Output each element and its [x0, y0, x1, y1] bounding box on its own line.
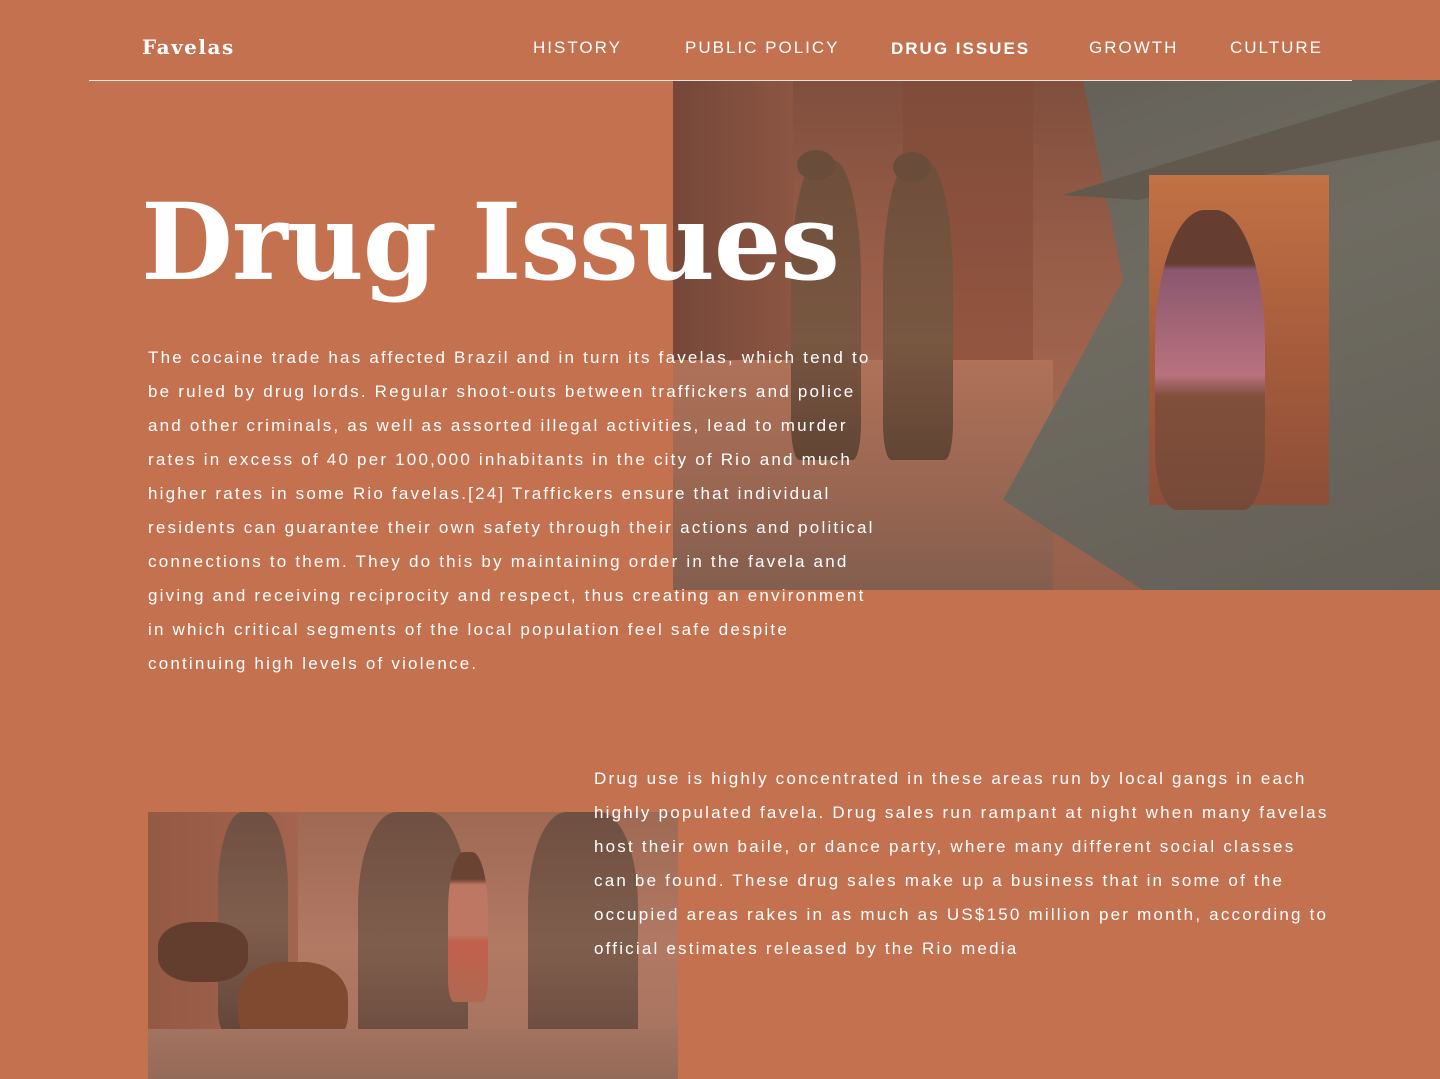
site-header: Favelas HISTORY PUBLIC POLICY DRUG ISSUE…	[89, 0, 1352, 81]
photo-ground	[148, 1029, 678, 1079]
photo-girl	[1155, 210, 1265, 510]
photo-helmet	[893, 152, 931, 182]
site-logo[interactable]: Favelas	[142, 35, 235, 59]
photo-helmet	[797, 150, 835, 180]
photo-dog	[158, 922, 248, 982]
nav-link-history[interactable]: HISTORY	[533, 38, 622, 58]
nav-link-public-policy[interactable]: PUBLIC POLICY	[685, 38, 840, 58]
photo-soldier	[883, 160, 953, 460]
body-paragraph-1: The cocaine trade has affected Brazil an…	[148, 348, 875, 673]
nav-link-drug-issues[interactable]: DRUG ISSUES	[891, 39, 1030, 59]
nav-link-culture[interactable]: CULTURE	[1230, 38, 1323, 58]
page-title: Drug Issues	[141, 179, 840, 304]
photo-child	[448, 852, 488, 1002]
nav-link-growth[interactable]: GROWTH	[1089, 38, 1178, 58]
body-paragraph-2: Drug use is highly concentrated in these…	[594, 769, 1329, 958]
